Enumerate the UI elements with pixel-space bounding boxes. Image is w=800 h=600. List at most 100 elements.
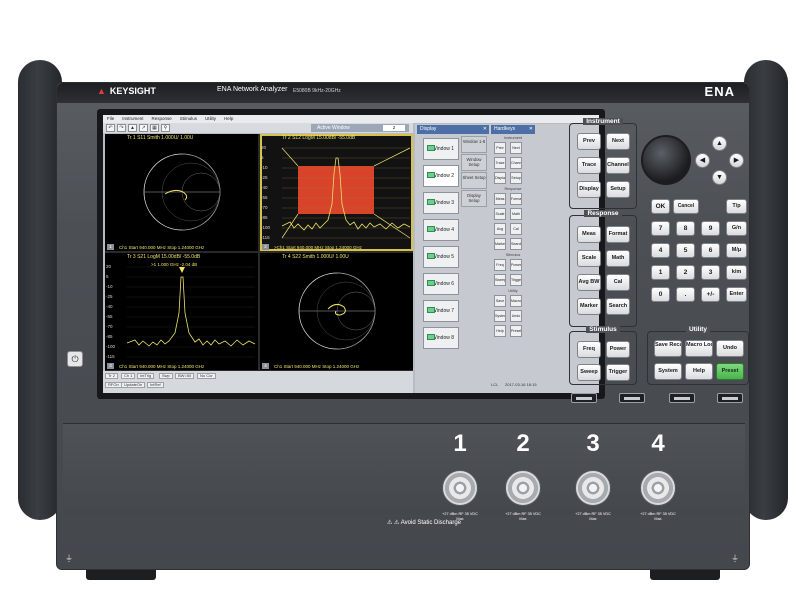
unit-g-n-key[interactable]: G/n	[726, 221, 747, 236]
help-key[interactable]: Help	[685, 363, 713, 380]
status-chip[interactable]: No Cor	[197, 373, 216, 379]
key-plus-minus[interactable]: +/-	[701, 287, 720, 302]
status-chip[interactable]: IntTrig	[137, 373, 155, 379]
arrow-left-button[interactable]: ◀	[695, 153, 710, 168]
scale-key[interactable]: Scale	[577, 250, 601, 267]
status-chip[interactable]: Ch 1	[121, 373, 136, 379]
setup-key[interactable]: Setup	[606, 181, 630, 198]
unit-t-p-key[interactable]: T/p	[726, 199, 747, 214]
math-key[interactable]: Math	[606, 250, 630, 267]
display-key[interactable]: Display	[577, 181, 601, 198]
hk-marker[interactable]: Marker	[494, 238, 506, 250]
sheet-setup-button[interactable]: Sheet Setup	[461, 172, 487, 189]
hk-trigger[interactable]: Trigger	[510, 274, 522, 286]
unit-k-m-key[interactable]: k/m	[726, 265, 747, 280]
window-3-button[interactable]: Window 3	[423, 192, 459, 214]
menu-stimulus[interactable]: Stimulus	[180, 115, 197, 123]
port-3-connector[interactable]	[575, 470, 611, 506]
hk-setup[interactable]: Setup	[510, 172, 522, 184]
unit-m-u-key[interactable]: M/μ	[726, 243, 747, 258]
pointer-icon[interactable]: ↗	[139, 124, 148, 132]
status-chip[interactable]: Swp	[159, 373, 173, 379]
redo-icon[interactable]: ↷	[117, 124, 126, 132]
close-icon[interactable]: ✕	[483, 125, 487, 134]
hk-search[interactable]: Search	[510, 238, 522, 250]
hk-preset[interactable]: Preset	[510, 325, 522, 337]
undo-key[interactable]: Undo	[716, 340, 744, 357]
menu-help[interactable]: Help	[224, 115, 233, 123]
hk-math[interactable]: Math	[510, 208, 522, 220]
key-0[interactable]: 0	[651, 287, 670, 302]
key-3[interactable]: 3	[701, 265, 720, 280]
arrow-up-button[interactable]: ▲	[712, 136, 727, 151]
window-setup-button[interactable]: Window Setup	[461, 154, 487, 171]
hk-macro[interactable]: Macro	[510, 295, 522, 307]
trigger-key[interactable]: Trigger	[606, 364, 630, 381]
power-key[interactable]: Power	[606, 341, 630, 358]
hk-system[interactable]: System	[494, 310, 506, 322]
menu-instrument[interactable]: Instrument	[122, 115, 143, 123]
hk-avg-bw[interactable]: Avg BW	[494, 223, 506, 235]
usb-port-4[interactable]	[717, 393, 743, 403]
hk-scale[interactable]: Scale	[494, 208, 506, 220]
power-button[interactable]: ⏻	[67, 351, 83, 367]
window-1-8-button[interactable]: Window 1-8	[461, 136, 487, 153]
active-window-value[interactable]: 2	[383, 125, 405, 131]
next-key[interactable]: Next	[606, 133, 630, 150]
channel-key[interactable]: Channel	[606, 157, 630, 174]
usb-port-1[interactable]	[571, 393, 597, 403]
status-chip[interactable]: BW=50	[175, 373, 195, 379]
window-1-s11-smith[interactable]: Tr 1 S11 Smith 1.000U/ 1.00U Ch1 Start 9…	[105, 134, 258, 251]
hk-channel[interactable]: Channel	[510, 157, 522, 169]
hk-trace[interactable]: Trace	[494, 157, 506, 169]
hk-format[interactable]: Format	[510, 193, 522, 205]
usb-port-3[interactable]	[669, 393, 695, 403]
menu-response[interactable]: Response	[152, 115, 172, 123]
hk-help[interactable]: Help	[494, 325, 506, 337]
hk-prev[interactable]: Prev	[494, 142, 506, 154]
key-7[interactable]: 7	[651, 221, 670, 236]
marker-icon[interactable]: ▲	[128, 124, 137, 132]
sweep-key[interactable]: Sweep	[577, 364, 601, 381]
preset-key[interactable]: Preset	[716, 363, 744, 380]
marker-key[interactable]: Marker	[577, 298, 601, 315]
window-3-s21-logmag[interactable]: Tr 3 S21 LogM 15.00dB/ -55.0dB >1 1.000 …	[105, 253, 258, 370]
menu-file[interactable]: File	[107, 115, 114, 123]
key-4[interactable]: 4	[651, 243, 670, 258]
ok-key[interactable]: OK	[651, 199, 670, 214]
key-8[interactable]: 8	[676, 221, 695, 236]
avg-bw-key[interactable]: Avg BW	[577, 274, 601, 291]
arrow-down-button[interactable]: ▼	[712, 170, 727, 185]
save-recall-key[interactable]: Save Recall	[654, 340, 682, 357]
key-1[interactable]: 1	[651, 265, 670, 280]
window-4-s22-smith[interactable]: Tr 4 S22 Smith 1.000U/ 1.00U Ch1 Start 9…	[260, 253, 413, 370]
port-1-connector[interactable]	[442, 470, 478, 506]
window-2-s12-logmag[interactable]: Tr 2 S12 LogM 15.00dB/ -55.0dB 20 5 -10 …	[260, 134, 413, 251]
key-9[interactable]: 9	[701, 221, 720, 236]
hk-undo[interactable]: Undo	[510, 310, 522, 322]
window-7-button[interactable]: Window 7	[423, 300, 459, 322]
search-key[interactable]: Search	[606, 298, 630, 315]
window-4-button[interactable]: Window 4	[423, 219, 459, 241]
system-key[interactable]: System	[654, 363, 682, 380]
trace-key[interactable]: Trace	[577, 157, 601, 174]
prev-key[interactable]: Prev	[577, 133, 601, 150]
hk-freq[interactable]: Freq	[494, 259, 506, 271]
hk-next[interactable]: Next	[510, 142, 522, 154]
cancel-key[interactable]: Cancel	[673, 199, 699, 214]
enter-key[interactable]: Enter	[726, 287, 747, 302]
freq-key[interactable]: Freq	[577, 341, 601, 358]
arrow-right-button[interactable]: ▶	[729, 153, 744, 168]
port-2-connector[interactable]	[505, 470, 541, 506]
meas-key[interactable]: Meas	[577, 226, 601, 243]
grid-icon[interactable]: ▦	[150, 124, 159, 132]
close-icon[interactable]: ✕	[529, 125, 533, 134]
format-key[interactable]: Format	[606, 226, 630, 243]
hk-meas[interactable]: Meas	[494, 193, 506, 205]
window-8-button[interactable]: Window 8	[423, 327, 459, 349]
touch-screen[interactable]: File Instrument Response Stimulus Utilit…	[103, 115, 599, 393]
window-1-button[interactable]: Window 1	[423, 138, 459, 160]
cal-key[interactable]: Cal	[606, 274, 630, 291]
macro-local-key[interactable]: Macro Local	[685, 340, 713, 357]
status-chip[interactable]: IntRef	[147, 382, 164, 388]
